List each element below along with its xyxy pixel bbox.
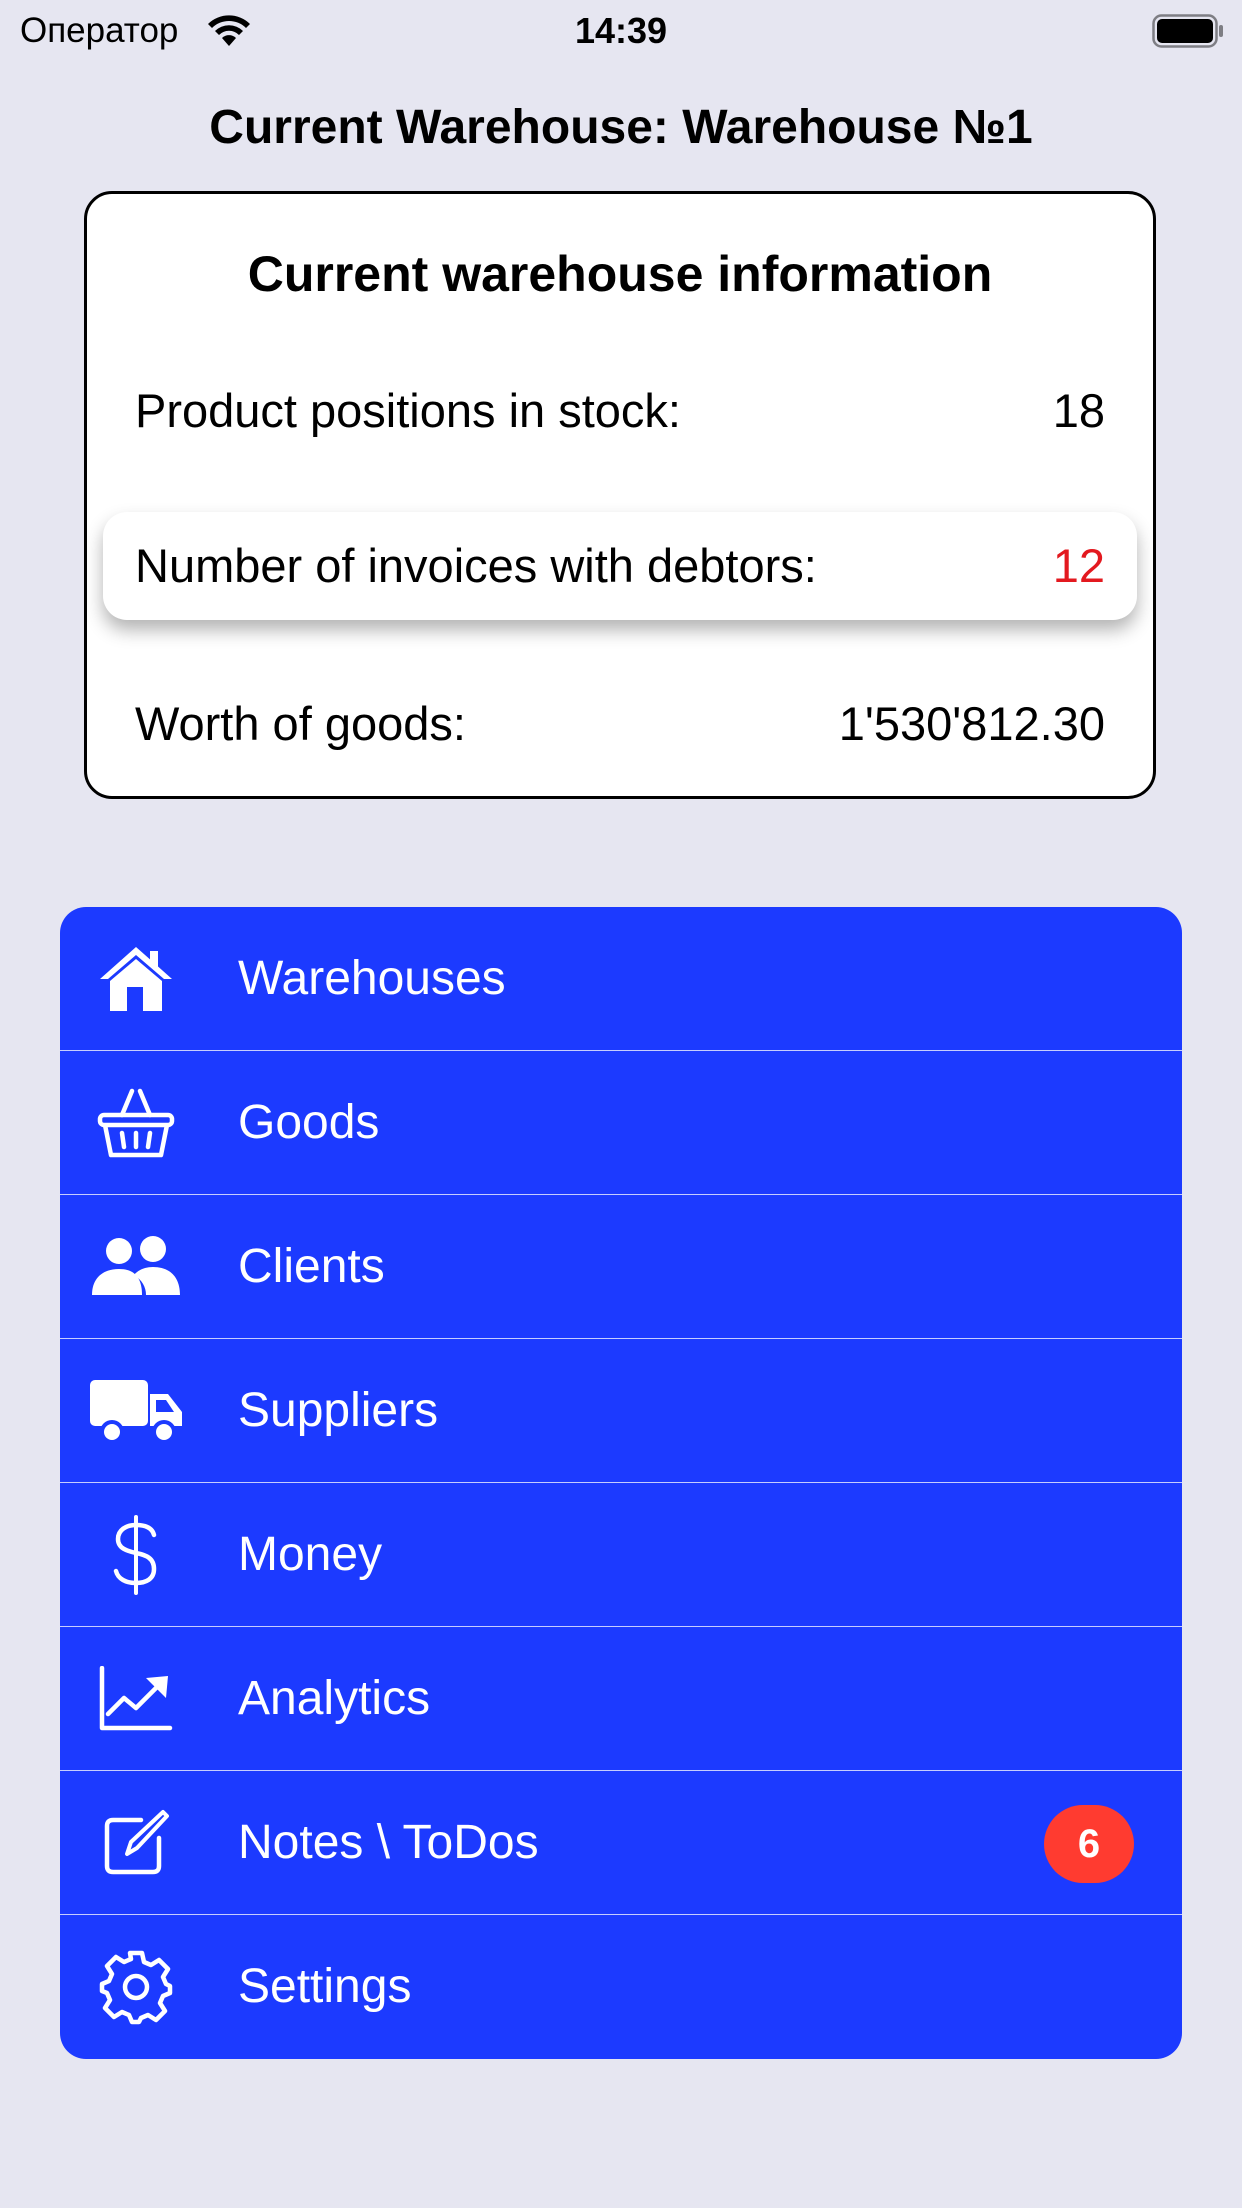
info-card-title: Current warehouse information [247,246,993,302]
menu-item-label: Notes \ ToDos [238,1816,539,1869]
product-positions-label: Product positions in stock: [135,384,681,437]
debtor-invoices-value: 12 [1052,539,1105,592]
gear-icon [86,1939,186,2035]
edit-icon [86,1795,186,1891]
menu-item-analytics[interactable]: Analytics [60,1627,1182,1771]
menu-item-label: Warehouses [238,952,506,1005]
menu-item-label: Suppliers [238,1384,439,1437]
menu-item-label: Money [238,1528,383,1581]
house-icon [86,931,186,1027]
menu-item-label: Clients [238,1240,385,1293]
product-positions-row: Product positions in stock: 18 [135,381,1105,441]
goods-worth-row: Worth of goods: 1'530'812.30 [135,694,1105,754]
menu-item-settings[interactable]: Settings [60,1915,1182,2059]
debtor-invoices-label: Number of invoices with debtors: [135,539,817,592]
goods-worth-label: Worth of goods: [135,697,466,750]
goods-worth-value: 1'530'812.30 [838,697,1105,750]
menu-item-label: Settings [238,1960,412,2013]
battery-icon [1152,14,1224,48]
menu-item-label: Goods [238,1096,380,1149]
chart-icon [86,1651,186,1747]
menu-item-notes-todos[interactable]: Notes \ ToDos 6 [60,1771,1182,1915]
basket-icon [86,1075,186,1171]
menu-item-goods[interactable]: Goods [60,1051,1182,1195]
menu-item-label: Analytics [238,1672,431,1725]
warehouse-info-card: Current warehouse information Product po… [84,191,1156,799]
dollar-icon [86,1507,186,1603]
menu-item-clients[interactable]: Clients [60,1195,1182,1339]
menu-item-suppliers[interactable]: Suppliers [60,1339,1182,1483]
product-positions-value: 18 [1052,384,1105,437]
debtor-invoices-row[interactable]: Number of invoices with debtors: 12 [103,512,1137,620]
page-title: Current Warehouse: Warehouse №1 [209,101,1033,154]
notification-badge: 6 [1044,1805,1134,1883]
status-bar: Оператор 14:39 [0,0,1242,62]
menu-item-money[interactable]: Money [60,1483,1182,1627]
main-menu: Warehouses Goods Clients Suppliers Money… [60,907,1182,2059]
menu-item-warehouses[interactable]: Warehouses [60,907,1182,1051]
status-time: 14:39 [574,10,668,51]
people-icon [86,1219,186,1315]
truck-icon [86,1363,186,1459]
